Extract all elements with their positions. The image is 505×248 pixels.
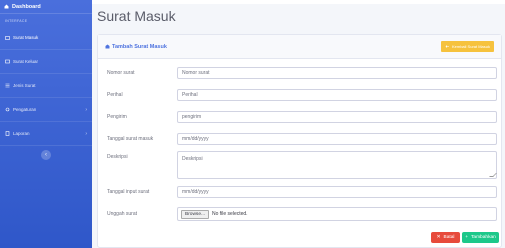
pengirim-input[interactable]: pengirim: [177, 111, 497, 123]
sidebar-item-surat-keluar[interactable]: Surat Keluar: [0, 50, 92, 74]
arrow-left-icon: [445, 45, 449, 48]
sidebar-item-pengaturan[interactable]: Pengaturan ›: [0, 98, 92, 122]
sidebar-item-label: Pengaturan: [13, 107, 37, 112]
file-status-text: No file selected.: [212, 211, 248, 217]
sidebar-item-label: Jenis Surat: [13, 83, 36, 88]
sidebar-item-jenis-surat[interactable]: Jenis Surat: [0, 74, 92, 98]
unggah-label: Unggah surat: [107, 211, 138, 217]
chevron-right-icon: ›: [85, 106, 87, 113]
resize-handle-icon[interactable]: [489, 173, 497, 177]
submit-label: Tambahkan: [471, 235, 496, 240]
inbox-icon: [105, 44, 110, 49]
deskripsi-textarea[interactable]: Deskripsi: [177, 151, 497, 179]
cancel-label: Batal: [443, 235, 455, 240]
sidebar-item-surat-masuk[interactable]: Surat Masuk: [0, 26, 92, 50]
tanggal-masuk-input[interactable]: mm/dd/yyyy: [177, 133, 497, 145]
sidebar-item-label: Surat Keluar: [13, 59, 39, 64]
chevron-left-icon: ‹: [45, 152, 47, 158]
nomor-label: Nomor surat: [107, 70, 135, 76]
inbox-icon: [5, 36, 10, 40]
sidebar-brand[interactable]: Dashboard: [0, 0, 92, 14]
plus-icon: +: [465, 235, 468, 240]
sidebar-toggle-button[interactable]: ‹: [41, 150, 51, 160]
back-to-list-button[interactable]: Kembali Surat Masuk: [440, 41, 494, 52]
card-title: Tambah Surat Masuk: [105, 44, 167, 50]
card-title-text: Tambah Surat Masuk: [112, 43, 167, 50]
browse-button[interactable]: Browse...: [181, 209, 209, 219]
form-row-tanggal-input: Tanggal input surat mm/dd/yyyy: [107, 186, 497, 198]
form-row-perihal: Perihal Perihal: [107, 89, 497, 101]
back-button-label: Kembali Surat Masuk: [451, 44, 490, 49]
perihal-label: Perihal: [107, 92, 123, 98]
report-icon: [5, 131, 10, 136]
file-upload-input[interactable]: Browse... No file selected.: [177, 207, 497, 221]
tanggal-input-label: Tanggal input surat: [107, 189, 150, 195]
form-row-tanggal-masuk: Tanggal surat masuk mm/dd/yyyy: [107, 133, 497, 145]
outbox-icon: [5, 59, 10, 64]
deskripsi-label: Deskripsi: [107, 154, 128, 160]
submit-button[interactable]: + Tambahkan: [462, 232, 499, 243]
list-icon: [5, 83, 10, 88]
tanggal-masuk-label: Tanggal surat masuk: [107, 136, 154, 142]
pengirim-label: Pengirim: [107, 114, 127, 120]
close-icon: ✕: [436, 235, 441, 240]
page-title: Surat Masuk: [97, 8, 176, 24]
tanggal-input-field[interactable]: mm/dd/yyyy: [177, 186, 497, 198]
nomor-surat-input[interactable]: Nomor surat: [177, 67, 497, 79]
sidebar: Dashboard INTERFACE Surat Masuk Surat Ke…: [0, 0, 92, 248]
settings-icon: [5, 107, 10, 112]
perihal-input[interactable]: Perihal: [177, 89, 497, 101]
sidebar-section-label: INTERFACE: [5, 19, 28, 23]
sidebar-item-label: Laporan: [13, 131, 30, 136]
form-row-deskripsi: Deskripsi Deskripsi: [107, 151, 497, 179]
brand-label: Dashboard: [12, 3, 41, 10]
deskripsi-placeholder: Deskripsi: [182, 156, 203, 162]
form-card: Tambah Surat Masuk Kembali Surat Masuk N…: [97, 34, 502, 248]
form-row-unggah: Unggah surat Browse... No file selected.: [107, 207, 497, 221]
cancel-button[interactable]: ✕ Batal: [431, 232, 460, 243]
form-row-nomor: Nomor surat Nomor surat: [107, 67, 497, 79]
topbar: [92, 0, 505, 4]
card-header: Tambah Surat Masuk Kembali Surat Masuk: [98, 35, 501, 59]
form-row-pengirim: Pengirim pengirim: [107, 111, 497, 123]
sidebar-item-label: Surat Masuk: [13, 35, 39, 40]
sidebar-item-laporan[interactable]: Laporan ›: [0, 122, 92, 146]
dashboard-icon: [4, 4, 9, 9]
chevron-right-icon: ›: [85, 130, 87, 137]
